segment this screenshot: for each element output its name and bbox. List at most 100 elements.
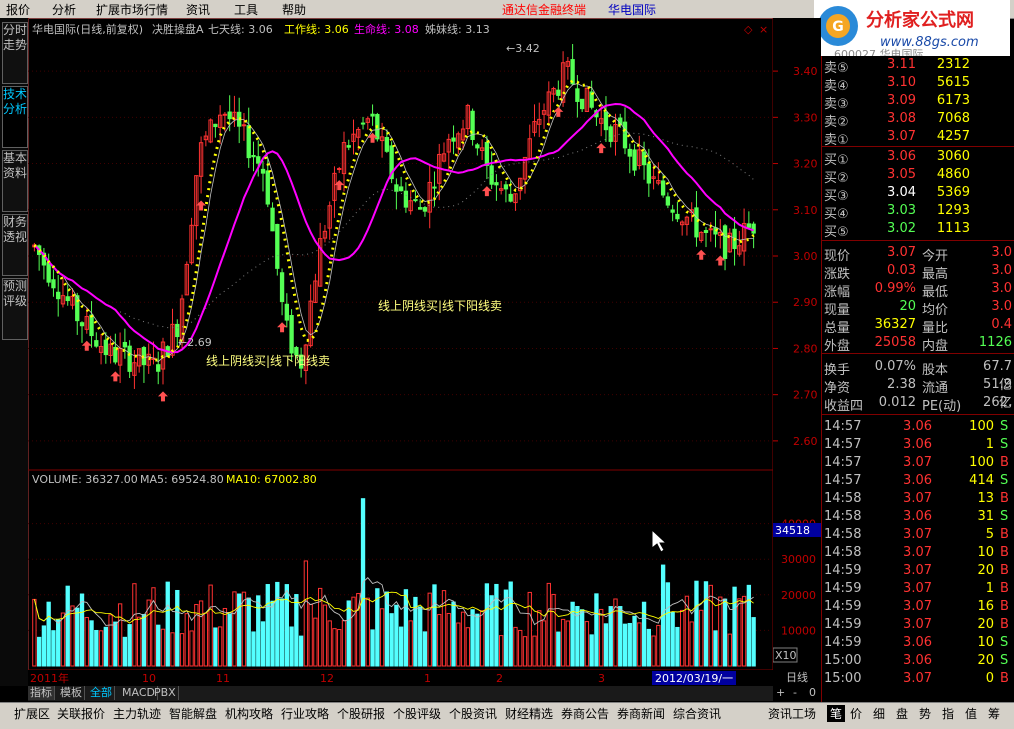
- fund-row: 收益四 0.012 PE(动) 262.: [822, 394, 1014, 414]
- menu-item-news[interactable]: 资讯: [186, 1, 210, 18]
- right-tab[interactable]: 势: [919, 705, 931, 722]
- tick-price: 3.07: [903, 563, 932, 578]
- candle-body: [627, 148, 632, 157]
- reset-icon[interactable]: 0: [809, 686, 816, 699]
- tab-financial[interactable]: 财务透视: [2, 214, 28, 276]
- right-tab[interactable]: 笔: [827, 705, 846, 722]
- fund-value: 0.07%: [874, 359, 916, 374]
- candle-body: [508, 193, 513, 202]
- bottom-area: 指标 模板 全部 MACD PBX + - 0 扩展区 关联报价 主力轨迹 智能解盘机…: [0, 686, 1014, 729]
- status-item[interactable]: 券商新闻: [617, 705, 665, 722]
- zoom-in-icon[interactable]: +: [776, 686, 785, 699]
- candle-body: [665, 196, 671, 206]
- tick-time: 14:58: [824, 527, 862, 542]
- volume-bar: [665, 582, 671, 667]
- volume-bar: [370, 629, 375, 667]
- fund-row: 换手 0.07% 股本 67.7亿: [822, 358, 1014, 393]
- stat-value: 0.99%: [874, 281, 916, 296]
- volume-bar: [198, 600, 204, 667]
- subtab-indicator[interactable]: 指标: [28, 686, 55, 700]
- stat-value: 20: [899, 299, 916, 314]
- tick-time: 14:59: [824, 563, 862, 578]
- tab-forecast[interactable]: 预测评级: [2, 278, 28, 340]
- expand-icon[interactable]: ◇: [744, 23, 753, 36]
- x-label: 1: [424, 672, 431, 685]
- tick-side: S: [1000, 509, 1009, 524]
- status-item[interactable]: 个股评级: [393, 705, 441, 722]
- right-tab[interactable]: 指: [942, 705, 954, 722]
- tab-intraday[interactable]: 分时走势: [2, 22, 28, 84]
- candle-body: [579, 98, 585, 110]
- status-item[interactable]: 扩展区: [14, 705, 50, 722]
- x-label: 2: [496, 672, 503, 685]
- right-tab[interactable]: 盘: [896, 705, 908, 722]
- volume-bar: [437, 614, 442, 667]
- divider: [822, 240, 1014, 241]
- right-tab[interactable]: 值: [965, 705, 977, 722]
- status-item[interactable]: 智能解盘: [169, 705, 217, 722]
- candle-body: [394, 184, 399, 192]
- volume-bar: [84, 617, 89, 667]
- chart-canvas[interactable]: 华电国际(日线,前复权) 决胜操盘A 七天线: 3.06 工作线: 3.06 生…: [27, 17, 774, 671]
- tick-volume: 1: [985, 581, 994, 596]
- close-icon[interactable]: ×: [759, 23, 768, 36]
- candle-body: [279, 272, 285, 303]
- status-item[interactable]: 财经精选: [505, 705, 553, 722]
- current-volume-value: 34518: [775, 524, 810, 537]
- chart-area[interactable]: 华电国际(日线,前复权) 决胜操盘A 七天线: 3.06 工作线: 3.06 生…: [27, 17, 821, 671]
- status-item[interactable]: 主力轨迹: [113, 705, 161, 722]
- status-item[interactable]: 个股研报: [337, 705, 385, 722]
- right-tab[interactable]: 细: [873, 705, 885, 722]
- bid-row: 买⑤ 3.02 1113: [822, 220, 1014, 240]
- volume-bar: [389, 613, 394, 667]
- stat-row: 外盘 25058 内盘 1126: [822, 334, 1014, 354]
- status-item[interactable]: 机构攻略: [225, 705, 273, 722]
- period-label[interactable]: 日线: [773, 670, 821, 686]
- volume-bar: [117, 603, 123, 667]
- price-panel-frame: [27, 17, 774, 471]
- tab-technical[interactable]: 技术分析: [2, 86, 28, 148]
- status-item[interactable]: 个股资讯: [449, 705, 497, 722]
- status-item[interactable]: 综合资讯: [673, 705, 721, 722]
- volume-bar: [127, 624, 132, 667]
- status-item[interactable]: 行业攻略: [281, 705, 329, 722]
- volume-bar: [227, 613, 232, 667]
- tick-price: 3.06: [903, 437, 932, 452]
- tab-basic-info[interactable]: 基本资料: [2, 150, 28, 212]
- menu-item-ext-market[interactable]: 扩展市场行情: [96, 1, 168, 18]
- status-item[interactable]: 资讯工场: [768, 705, 816, 722]
- candle-body: [94, 340, 99, 347]
- candle-body: [746, 223, 752, 228]
- stat-row: 总量 36327 量比 0.4: [822, 316, 1014, 336]
- subtab-all[interactable]: 全部: [88, 686, 115, 700]
- tick-side: S: [1000, 419, 1009, 434]
- volume-bar: [456, 622, 461, 667]
- right-tab[interactable]: 筹: [988, 705, 1000, 722]
- volume-bar: [132, 583, 137, 667]
- volume-bar: [137, 616, 142, 667]
- price-tick-label: 2.60: [793, 435, 818, 448]
- menu-item-quote[interactable]: 报价: [6, 1, 30, 18]
- tick-price: 3.07: [903, 617, 932, 632]
- status-item[interactable]: 券商公告: [561, 705, 609, 722]
- right-tab[interactable]: 价: [850, 705, 862, 722]
- volume-bar: [303, 560, 309, 667]
- indicator-subtabs: 指标 模板 全部 MACD PBX: [28, 686, 773, 701]
- zoom-out-icon[interactable]: -: [793, 686, 797, 699]
- zoom-controls[interactable]: + - 0: [773, 686, 821, 701]
- subtab-pbx[interactable]: PBX: [152, 686, 179, 700]
- volume-bar: [675, 626, 680, 667]
- volume-bar: [508, 581, 513, 667]
- subtab-template[interactable]: 模板: [58, 686, 85, 700]
- tick-side: B: [1000, 491, 1009, 506]
- menu-item-help[interactable]: 帮助: [282, 1, 306, 18]
- tick-time: 14:59: [824, 617, 862, 632]
- volume-bar: [294, 594, 299, 667]
- volume-bar: [189, 630, 194, 667]
- stat-value: 3.0: [991, 299, 1012, 314]
- volume-bar: [122, 636, 128, 667]
- status-item[interactable]: 关联报价: [57, 705, 105, 722]
- menu-item-tools[interactable]: 工具: [234, 1, 258, 18]
- menu-item-analysis[interactable]: 分析: [52, 1, 76, 18]
- candle-body: [398, 186, 404, 192]
